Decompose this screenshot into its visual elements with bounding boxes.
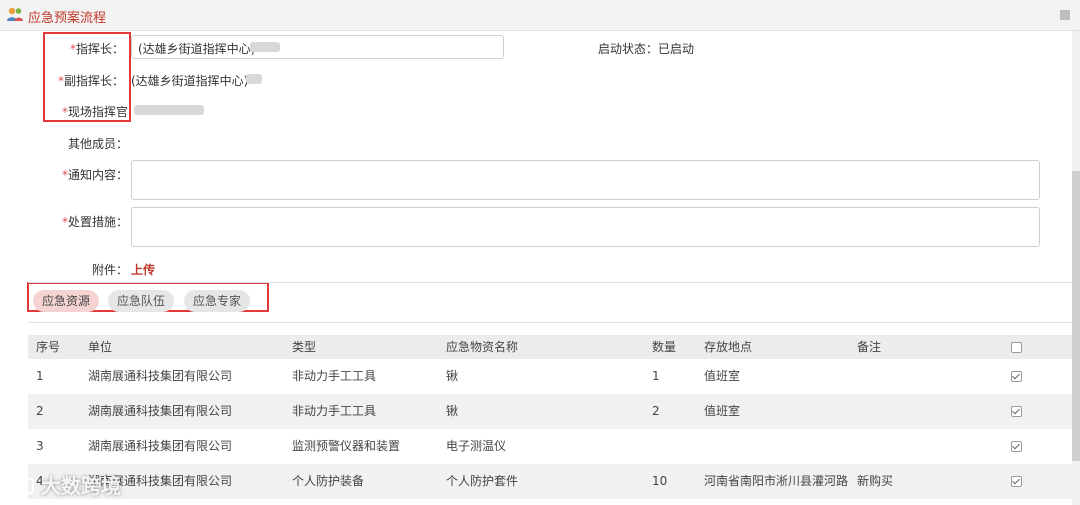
cell-place: 值班室 — [704, 369, 741, 383]
notice-textarea[interactable] — [131, 160, 1040, 200]
watermark: 大数跨境 — [8, 470, 121, 499]
cell-no: 2 — [36, 404, 44, 418]
cell-note: 新购买 — [857, 474, 894, 488]
row-checkbox[interactable] — [1011, 371, 1022, 382]
tab-emergency-experts[interactable]: 应急专家 — [184, 290, 250, 312]
cell-name: 电子测温仪 — [446, 439, 507, 453]
divider — [28, 282, 1072, 283]
cell-type: 监测预警仪器和装置 — [292, 439, 401, 453]
status-label: 启动状态： — [597, 42, 658, 56]
cell-no: 3 — [36, 439, 44, 453]
col-header-place: 存放地点 — [704, 340, 753, 354]
deputy-label: *副指挥长： — [57, 74, 124, 88]
col-header-type: 类型 — [292, 340, 317, 354]
redacted-mark — [134, 105, 204, 115]
notice-label: *通知内容： — [61, 168, 128, 182]
select-all-checkbox[interactable] — [1011, 342, 1022, 353]
col-header-qty: 数量 — [652, 340, 677, 354]
cell-type: 非动力手工工具 — [292, 404, 377, 418]
scrollbar-thumb[interactable] — [1072, 171, 1080, 461]
row-checkbox[interactable] — [1011, 476, 1022, 487]
chat-bubble-icon — [8, 477, 34, 499]
table-row[interactable]: 4 湖南展通科技集团有限公司 个人防护装备 个人防护套件 10 河南省南阳市淅川… — [28, 464, 1072, 499]
table-header: 序号 单位 类型 应急物资名称 数量 存放地点 备注 — [28, 335, 1072, 359]
watermark-text: 大数跨境 — [40, 474, 121, 498]
cell-name: 锹 — [446, 369, 459, 383]
table-row[interactable]: 1 湖南展通科技集团有限公司 非动力手工工具 锹 1 值班室 — [28, 359, 1072, 394]
cell-qty: 2 — [652, 404, 660, 418]
cell-name: 锹 — [446, 404, 459, 418]
cell-qty: 10 — [652, 474, 668, 488]
window-titlebar: 应急预案流程 — [0, 0, 1080, 31]
row-checkbox[interactable] — [1011, 406, 1022, 417]
cell-place: 河南省南阳市淅川县灌河路 — [704, 474, 849, 488]
cell-qty: 1 — [652, 369, 660, 383]
col-header-note: 备注 — [857, 340, 882, 354]
divider — [28, 322, 1072, 323]
status-value: 已启动 — [658, 42, 695, 56]
tab-emergency-resources[interactable]: 应急资源 — [33, 290, 99, 312]
cell-name: 个人防护套件 — [446, 474, 519, 488]
table-row[interactable]: 3 湖南展通科技集团有限公司 监测预警仪器和装置 电子测温仪 — [28, 429, 1072, 464]
tab-emergency-teams[interactable]: 应急队伍 — [108, 290, 174, 312]
table-row[interactable]: 2 湖南展通科技集团有限公司 非动力手工工具 锹 2 值班室 — [28, 394, 1072, 429]
col-header-no: 序号 — [36, 340, 61, 354]
deputy-value: (达雄乡街道指挥中心) — [131, 74, 249, 88]
measures-textarea[interactable] — [131, 207, 1040, 247]
others-label: 其他成员： — [67, 137, 128, 151]
cell-place: 值班室 — [704, 404, 741, 418]
users-icon — [7, 7, 23, 21]
window-title: 应急预案流程 — [28, 11, 107, 26]
row-checkbox[interactable] — [1011, 441, 1022, 452]
attachment-label: 附件： — [91, 263, 128, 277]
upload-link[interactable]: 上传 — [131, 261, 155, 278]
redacted-mark — [246, 74, 262, 84]
redacted-mark — [250, 42, 280, 52]
cell-unit: 湖南展通科技集团有限公司 — [88, 369, 233, 383]
cell-type: 非动力手工工具 — [292, 369, 377, 383]
commander-value: (达雄乡街道指挥中心) — [138, 42, 256, 56]
field-commander-label: *现场指挥官 — [61, 105, 128, 119]
cell-unit: 湖南展通科技集团有限公司 — [88, 404, 233, 418]
cell-no: 1 — [36, 369, 44, 383]
measures-label: *处置措施： — [61, 215, 128, 229]
col-header-unit: 单位 — [88, 340, 113, 354]
col-header-name: 应急物资名称 — [446, 340, 519, 354]
cell-type: 个人防护装备 — [292, 474, 365, 488]
cell-unit: 湖南展通科技集团有限公司 — [88, 439, 233, 453]
maximize-icon[interactable] — [1060, 10, 1070, 20]
vertical-scrollbar[interactable] — [1072, 31, 1080, 505]
commander-input[interactable]: (达雄乡街道指挥中心) — [131, 35, 504, 59]
commander-label: *指挥长： — [69, 42, 124, 56]
